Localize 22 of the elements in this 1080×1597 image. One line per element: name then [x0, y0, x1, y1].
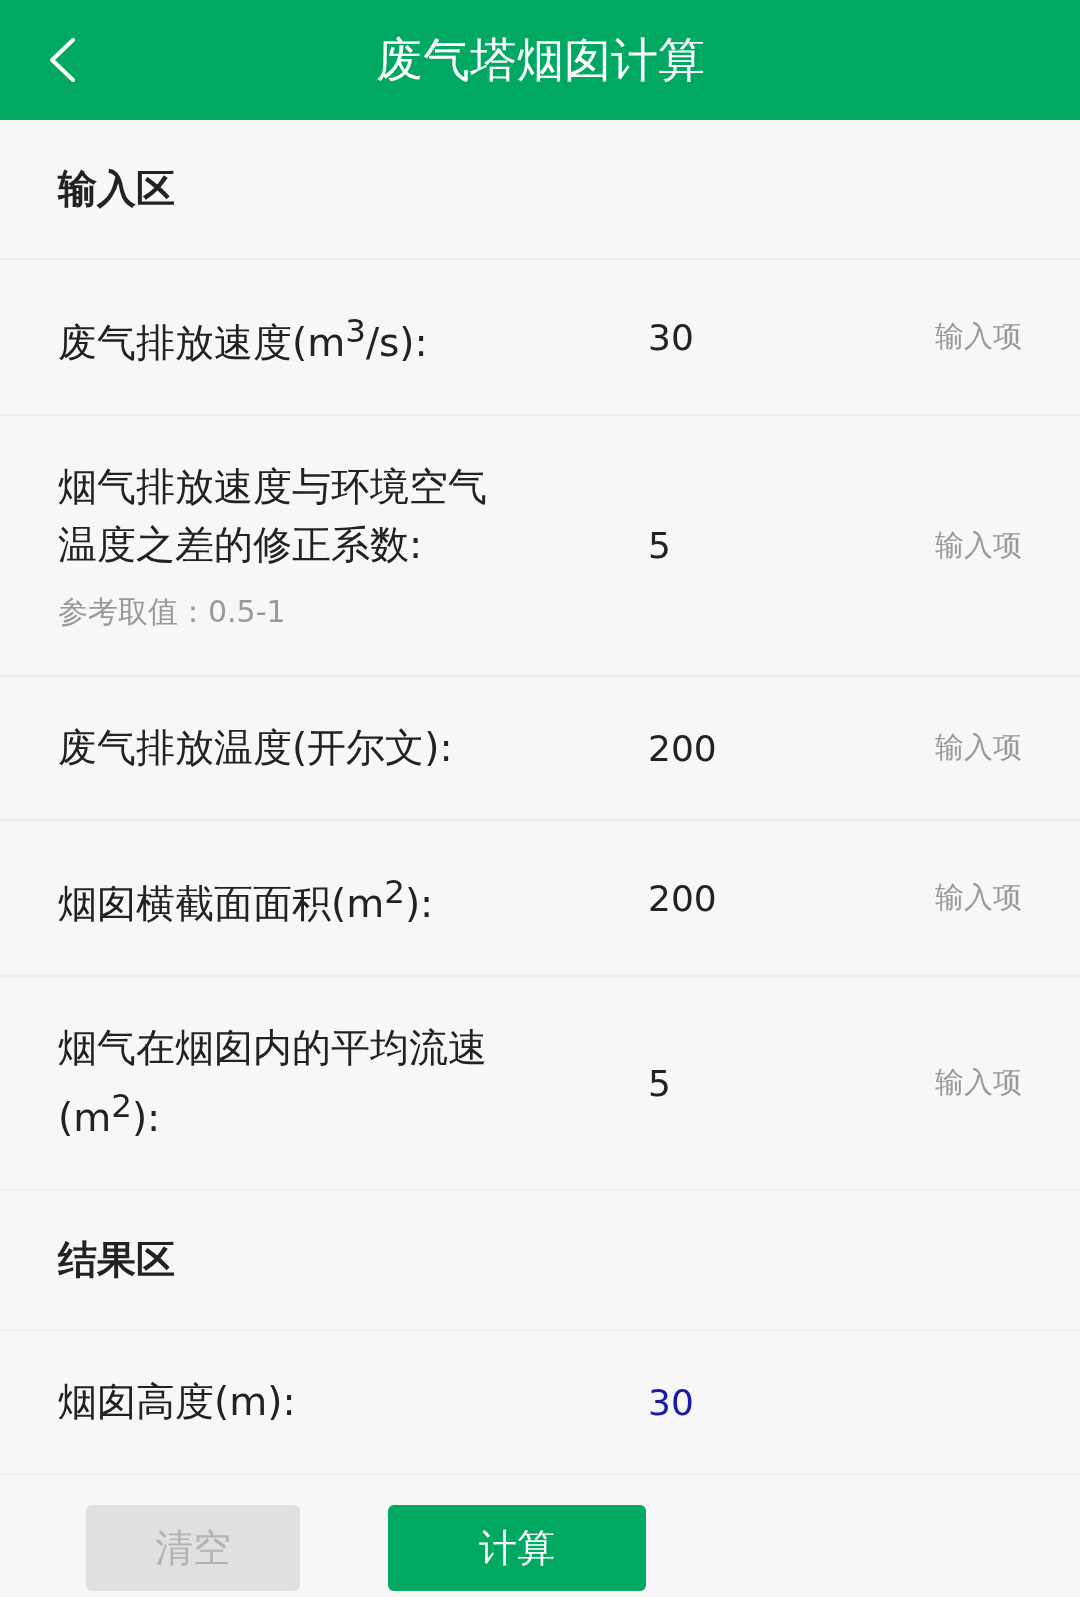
input-field[interactable]: 5: [648, 1062, 898, 1104]
input-field[interactable]: 30: [648, 316, 898, 358]
input-note: 输入项: [935, 318, 1022, 355]
page-title: 废气塔烟囱计算: [375, 30, 705, 89]
input-note: 输入项: [935, 729, 1022, 766]
input-note: 输入项: [935, 526, 1022, 564]
input-field[interactable]: 200: [648, 877, 898, 919]
input-field[interactable]: 200: [648, 727, 898, 769]
section-heading: 输入区: [0, 120, 1080, 260]
back-icon[interactable]: [47, 37, 77, 83]
result-label: 烟囱高度(m):: [58, 1378, 297, 1426]
result-value: 30: [648, 1381, 695, 1423]
field-label: 废气排放速度(m$^{3}$/s):: [58, 311, 429, 367]
field-label: 废气排放温度(开尔文):: [58, 724, 454, 772]
field-label: 烟气排放速度与环境空气温度之差的修正系数:: [58, 463, 488, 569]
input-note: 输入项: [935, 879, 1022, 916]
section-heading: 结果区: [0, 1191, 1080, 1331]
field-label: 烟囱横截面面积(m$^{2}$):: [58, 872, 435, 928]
input-note: 输入项: [935, 1064, 1022, 1101]
field-label: 烟气在烟囱内的平均流速(m$^{2}$):: [58, 1024, 488, 1142]
input-field[interactable]: 5: [648, 525, 898, 566]
reference-hint: 参考取值：0.5-1: [58, 593, 287, 631]
